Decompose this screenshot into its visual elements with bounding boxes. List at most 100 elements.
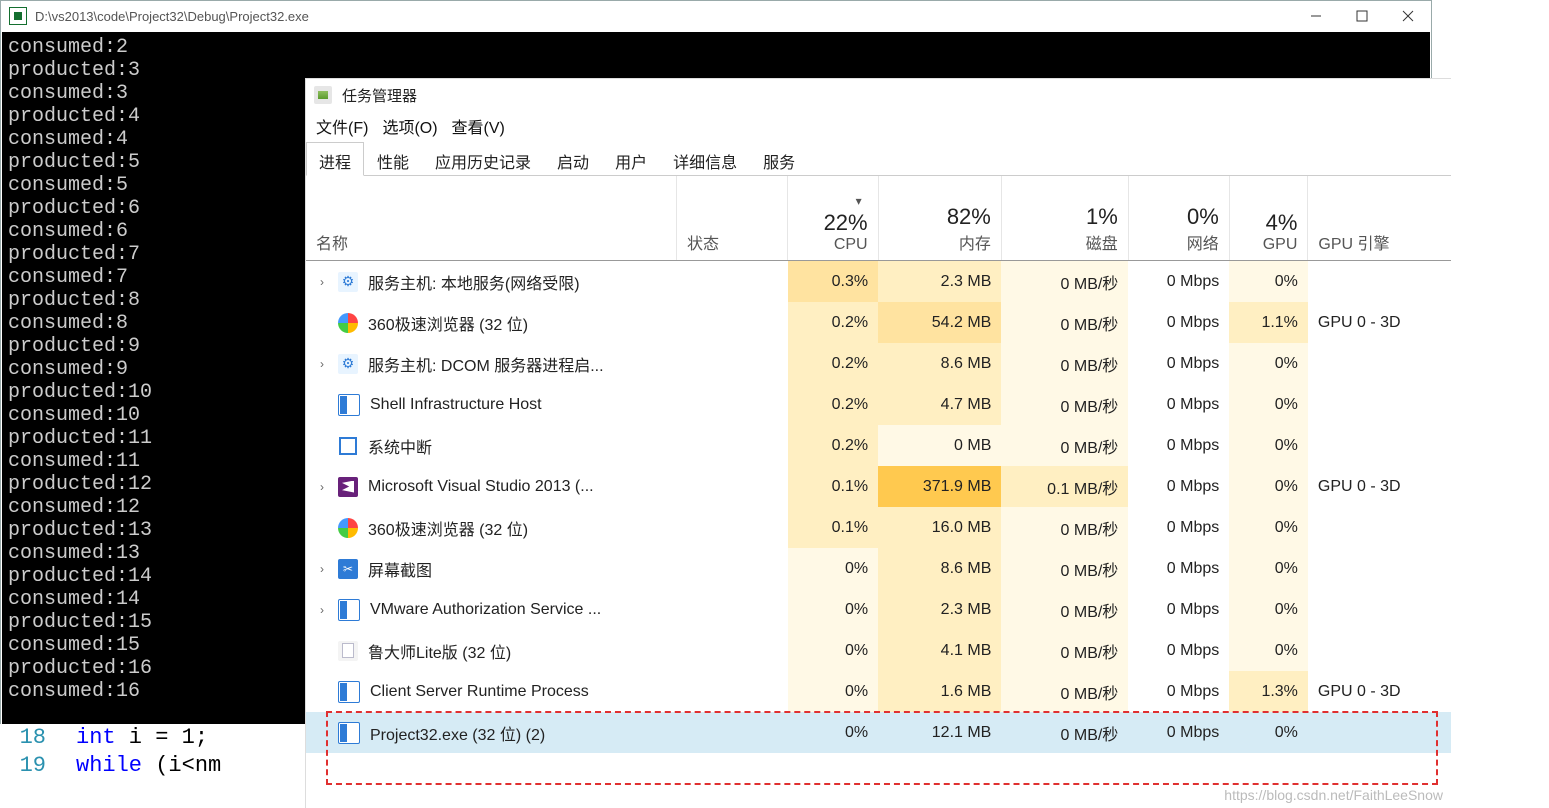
cell-mem: 371.9 MB (878, 466, 1001, 507)
cell-disk: 0 MB/秒 (1001, 425, 1128, 466)
cell-disk: 0.1 MB/秒 (1001, 466, 1128, 507)
cell-mem: 4.7 MB (878, 384, 1001, 425)
col-network[interactable]: 0%网络 (1128, 176, 1229, 261)
chrome-icon (338, 518, 358, 538)
cell-gpu: 0% (1229, 548, 1308, 589)
process-name: Microsoft Visual Studio 2013 (... (368, 478, 594, 496)
cell-gpu-engine (1308, 507, 1451, 548)
minimize-button[interactable] (1293, 1, 1339, 31)
gear-icon (338, 272, 358, 292)
maximize-button[interactable] (1339, 1, 1385, 31)
cell-cpu: 0.2% (788, 384, 879, 425)
menu-file[interactable]: 文件(F) (316, 114, 368, 138)
process-name: 360极速浏览器 (32 位) (368, 311, 528, 335)
table-header: 名称 状态 ▾22%CPU 82%内存 1%磁盘 0%网络 4%GPU GPU … (306, 176, 1451, 261)
table-row[interactable]: ›服务主机: 本地服务(网络受限)0.3%2.3 MB0 MB/秒0 Mbps0… (306, 261, 1451, 303)
process-table: 名称 状态 ▾22%CPU 82%内存 1%磁盘 0%网络 4%GPU GPU … (306, 176, 1451, 753)
tab-服务[interactable]: 服务 (750, 142, 808, 176)
exe-icon (338, 722, 360, 744)
table-row[interactable]: 系统中断0.2%0 MB0 MB/秒0 Mbps0% (306, 425, 1451, 466)
table-row[interactable]: Client Server Runtime Process0%1.6 MB0 M… (306, 671, 1451, 712)
expand-icon[interactable]: › (316, 603, 328, 617)
cell-disk: 0 MB/秒 (1001, 507, 1128, 548)
table-row[interactable]: 360极速浏览器 (32 位)0.2%54.2 MB0 MB/秒0 Mbps1.… (306, 302, 1451, 343)
cell-net: 0 Mbps (1128, 671, 1229, 712)
cell-gpu-engine (1308, 261, 1451, 303)
expand-icon[interactable]: › (316, 562, 328, 576)
cell-gpu: 0% (1229, 466, 1308, 507)
cell-gpu: 0% (1229, 712, 1308, 753)
cell-gpu: 0% (1229, 384, 1308, 425)
cell-cpu: 0% (788, 548, 879, 589)
tm-title: 任务管理器 (342, 85, 417, 106)
table-row[interactable]: Shell Infrastructure Host0.2%4.7 MB0 MB/… (306, 384, 1451, 425)
cell-cpu: 0.1% (788, 507, 879, 548)
table-row[interactable]: ›VMware Authorization Service ...0%2.3 M… (306, 589, 1451, 630)
menu-options[interactable]: 选项(O) (382, 114, 437, 138)
process-name: 系统中断 (368, 434, 432, 458)
cell-cpu: 0% (788, 630, 879, 671)
cell-net: 0 Mbps (1128, 343, 1229, 384)
line-number: 19 (6, 752, 46, 780)
tab-启动[interactable]: 启动 (544, 142, 602, 176)
tab-进程[interactable]: 进程 (306, 142, 364, 176)
process-name: Project32.exe (32 位) (2) (370, 721, 545, 745)
table-row[interactable]: ›屏幕截图0%8.6 MB0 MB/秒0 Mbps0% (306, 548, 1451, 589)
tab-应用历史记录[interactable]: 应用历史记录 (422, 142, 544, 176)
tab-性能[interactable]: 性能 (364, 142, 422, 176)
app-icon (9, 7, 27, 25)
table-row[interactable]: ›服务主机: DCOM 服务器进程启...0.2%8.6 MB0 MB/秒0 M… (306, 343, 1451, 384)
cell-gpu-engine (1308, 343, 1451, 384)
process-name: VMware Authorization Service ... (370, 601, 601, 619)
task-manager-icon (314, 86, 332, 104)
expand-icon[interactable]: › (316, 480, 328, 494)
col-gpu[interactable]: 4%GPU (1229, 176, 1308, 261)
shell-icon (338, 394, 360, 416)
col-disk[interactable]: 1%磁盘 (1001, 176, 1128, 261)
cell-disk: 0 MB/秒 (1001, 671, 1128, 712)
cell-gpu-engine (1308, 712, 1451, 753)
col-gpu-engine[interactable]: GPU 引擎 (1308, 176, 1451, 261)
col-name[interactable]: 名称 (306, 176, 677, 261)
cell-gpu: 0% (1229, 630, 1308, 671)
col-cpu[interactable]: ▾22%CPU (788, 176, 879, 261)
cell-gpu: 0% (1229, 261, 1308, 303)
cell-gpu-engine (1308, 589, 1451, 630)
cell-mem: 8.6 MB (878, 343, 1001, 384)
close-button[interactable] (1385, 1, 1431, 31)
cell-net: 0 Mbps (1128, 425, 1229, 466)
cell-gpu: 0% (1229, 507, 1308, 548)
cell-cpu: 0% (788, 671, 879, 712)
cell-cpu: 0.2% (788, 425, 879, 466)
expand-icon[interactable]: › (316, 357, 328, 371)
process-name: 服务主机: 本地服务(网络受限) (368, 270, 580, 294)
console-title: D:\vs2013\code\Project32\Debug\Project32… (35, 9, 1293, 24)
cell-gpu: 1.1% (1229, 302, 1308, 343)
col-memory[interactable]: 82%内存 (878, 176, 1001, 261)
menu-view[interactable]: 查看(V) (452, 114, 505, 138)
snip-icon (338, 559, 358, 579)
console-titlebar[interactable]: D:\vs2013\code\Project32\Debug\Project32… (1, 1, 1431, 31)
tab-详细信息[interactable]: 详细信息 (660, 142, 750, 176)
table-row[interactable]: Project32.exe (32 位) (2)0%12.1 MB0 MB/秒0… (306, 712, 1451, 753)
table-row[interactable]: ›Microsoft Visual Studio 2013 (...0.1%37… (306, 466, 1451, 507)
cell-net: 0 Mbps (1128, 712, 1229, 753)
cell-disk: 0 MB/秒 (1001, 712, 1128, 753)
cell-mem: 54.2 MB (878, 302, 1001, 343)
cell-cpu: 0% (788, 712, 879, 753)
tab-用户[interactable]: 用户 (602, 142, 660, 176)
col-status[interactable]: 状态 (677, 176, 788, 261)
cell-cpu: 0.3% (788, 261, 879, 303)
cell-disk: 0 MB/秒 (1001, 589, 1128, 630)
cell-gpu: 0% (1229, 425, 1308, 466)
tm-titlebar[interactable]: 任务管理器 (306, 79, 1451, 111)
cell-gpu-engine: GPU 0 - 3D (1308, 302, 1451, 343)
cell-gpu-engine (1308, 425, 1451, 466)
cell-gpu-engine (1308, 384, 1451, 425)
chrome-icon (338, 313, 358, 333)
expand-icon[interactable]: › (316, 275, 328, 289)
cell-mem: 2.3 MB (878, 589, 1001, 630)
cell-disk: 0 MB/秒 (1001, 548, 1128, 589)
table-row[interactable]: 360极速浏览器 (32 位)0.1%16.0 MB0 MB/秒0 Mbps0% (306, 507, 1451, 548)
table-row[interactable]: 鲁大师Lite版 (32 位)0%4.1 MB0 MB/秒0 Mbps0% (306, 630, 1451, 671)
